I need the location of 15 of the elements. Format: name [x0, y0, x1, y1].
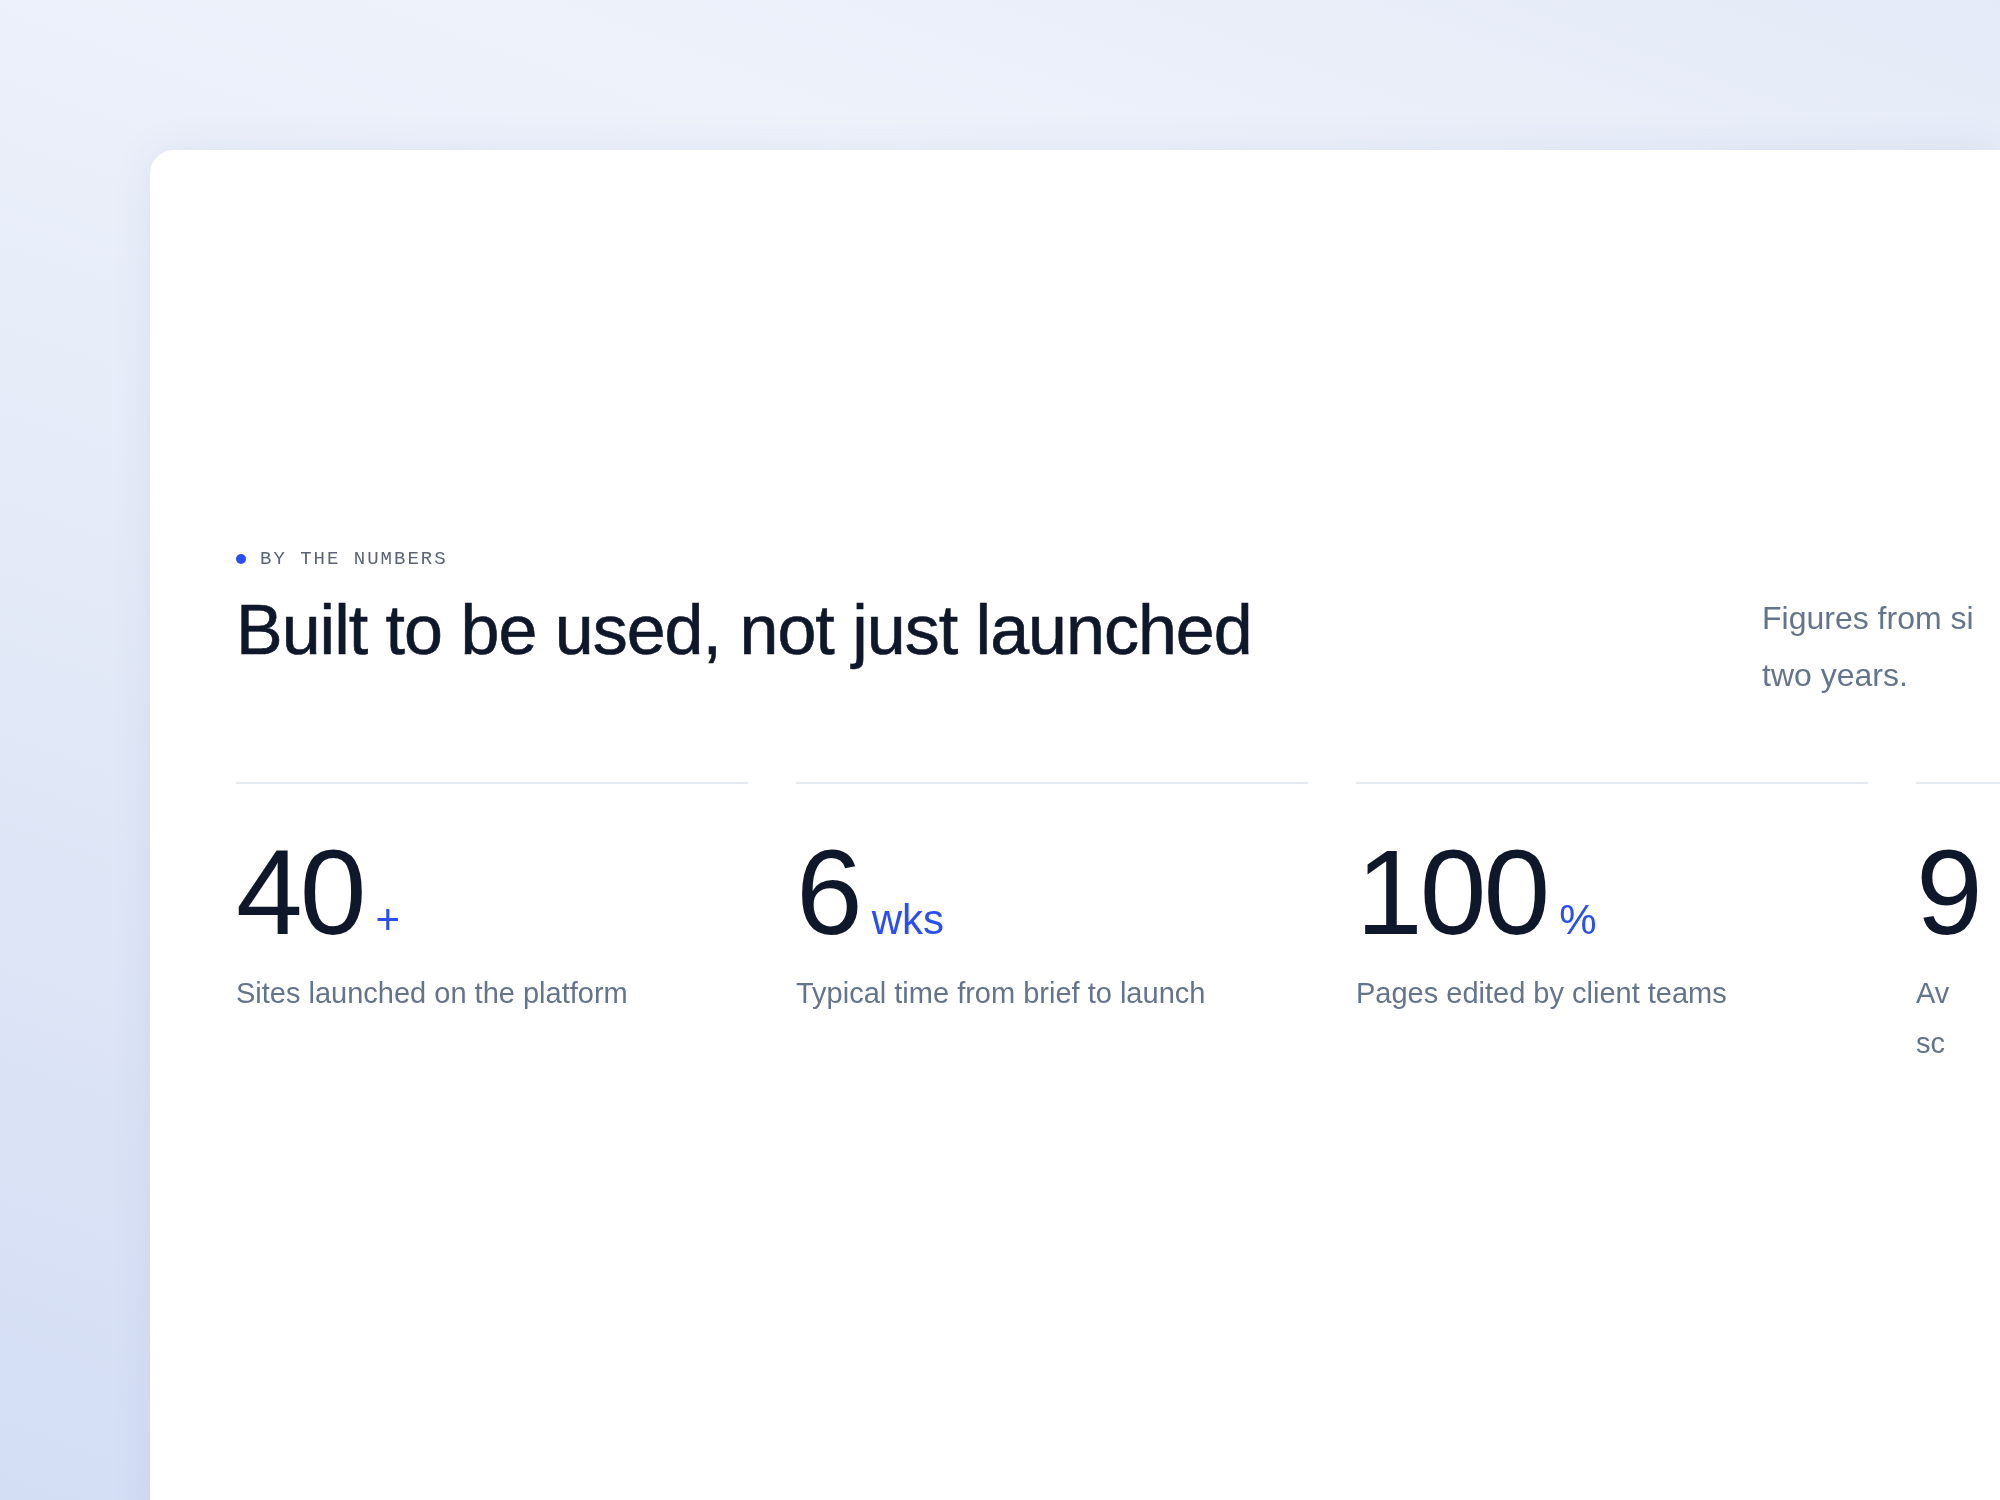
stat-label: Av sc: [1916, 976, 1951, 1061]
stat-unit: wks: [871, 896, 945, 944]
bullet-icon: [236, 554, 246, 564]
stat-value: 100: [1356, 832, 1548, 952]
stat-unit: %: [1559, 896, 1597, 944]
intro-text: Figures from si two years.: [1762, 599, 1975, 695]
stat-value: 6: [796, 832, 860, 952]
stat-label: Sites launched on the platform: [236, 976, 629, 1011]
eyebrow-label: BY THE NUMBERS: [260, 548, 448, 570]
stat-label: Pages edited by client teams: [1356, 976, 1728, 1011]
stat-label: Typical time from brief to launch: [796, 976, 1207, 1011]
stat-value: 40: [236, 832, 364, 952]
section-heading: Built to be used, not just launched: [236, 592, 1253, 669]
stat-value: 9: [1916, 832, 1980, 952]
stat-unit: +: [375, 896, 400, 944]
